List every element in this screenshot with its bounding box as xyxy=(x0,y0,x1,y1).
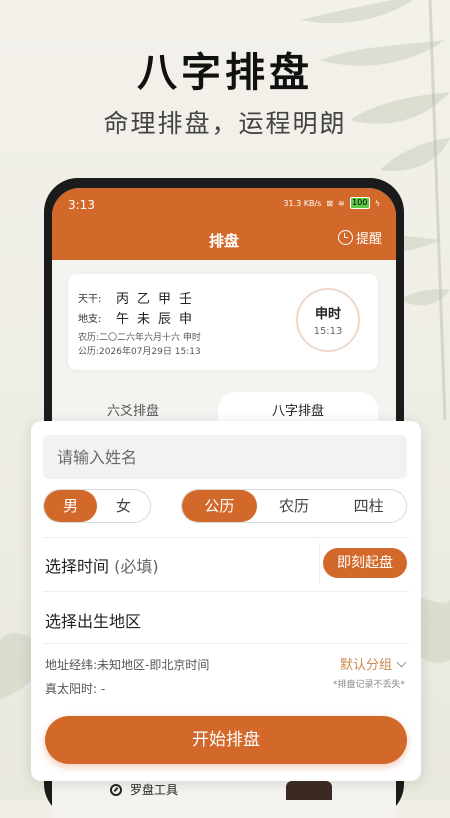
compass-tool[interactable]: 罗盘工具 xyxy=(110,781,178,798)
bazi-card[interactable]: 天干: 丙乙甲壬 地支: 午未辰申 农历: 二〇二六年六月十六 申时 公历: 2… xyxy=(68,274,378,370)
tool-thumbnail[interactable] xyxy=(286,781,332,800)
chevron-down-icon xyxy=(396,657,407,668)
divider xyxy=(43,591,409,592)
clock-icon xyxy=(337,230,353,245)
hero-title: 八字排盘 xyxy=(137,50,313,96)
battery-icon: 100 xyxy=(349,197,370,209)
lunar-label: 农历: xyxy=(78,333,100,343)
lunar-row: 农历: 二〇二六年六月十六 申时 xyxy=(78,330,201,343)
group-label: 默认分组 xyxy=(339,658,392,673)
hero-subtitle: 命理排盘，运程明朗 xyxy=(103,109,347,138)
solar-label: 公历: xyxy=(78,347,100,357)
address-text: 地址经纬:未知地区-即北京时间 xyxy=(45,658,210,672)
wifi-icon: ≋ xyxy=(338,198,345,208)
solar-value: 2026年07月29日 15:13 xyxy=(99,347,201,357)
tiangan-chars: 丙乙甲壬 xyxy=(116,292,201,307)
status-icons: 31.3 KB/s ⊠ ≋ 100 ϟ xyxy=(283,197,380,209)
start-chart-button[interactable]: 开始排盘 xyxy=(45,716,407,764)
remind-button[interactable]: 提醒 xyxy=(337,228,382,247)
region-field[interactable]: 选择出生地区 xyxy=(45,608,141,632)
lunar-value: 二〇二六年六月十六 申时 xyxy=(99,333,201,343)
time-required: (必填) xyxy=(114,557,159,576)
compass-tool-label: 罗盘工具 xyxy=(130,783,179,797)
tiangan-row: 天干: 丙乙甲壬 xyxy=(78,288,200,307)
solar-row: 公历: 2026年07月29日 15:13 xyxy=(78,344,201,357)
network-speed: 31.3 KB/s xyxy=(283,198,322,208)
group-select[interactable]: 默认分组 xyxy=(339,654,407,673)
time-label: 选择时间 xyxy=(45,557,110,576)
status-bar: 3:13 31.3 KB/s ⊠ ≋ 100 ϟ xyxy=(68,196,380,214)
compass-icon xyxy=(110,783,122,796)
shichen-time: 15:13 xyxy=(313,326,343,337)
vertical-divider xyxy=(319,543,320,583)
dizhi-label: 地支: xyxy=(78,314,102,325)
tiangan-label: 天干: xyxy=(78,294,102,305)
shichen-name: 申时 xyxy=(314,307,341,322)
calendar-solar[interactable]: 公历 xyxy=(182,490,257,522)
sim-icon: ⊠ xyxy=(326,198,334,208)
charging-icon: ϟ xyxy=(374,198,380,208)
time-field[interactable]: 选择时间 (必填) xyxy=(45,553,159,577)
calendar-lunar[interactable]: 农历 xyxy=(257,490,332,522)
dizhi-row: 地支: 午未辰申 xyxy=(78,308,200,327)
app-header: 3:13 31.3 KB/s ⊠ ≋ 100 ϟ 排盘 提醒 xyxy=(52,188,396,260)
calendar-toggle: 公历 农历 四柱 xyxy=(181,489,407,523)
gender-female[interactable]: 女 xyxy=(97,490,150,522)
dizhi-chars: 午未辰申 xyxy=(116,312,201,327)
name-input[interactable] xyxy=(43,435,407,479)
shichen-badge: 申时 15:13 xyxy=(296,288,360,352)
remind-label: 提醒 xyxy=(355,232,382,247)
gender-toggle: 男 女 xyxy=(43,489,151,523)
divider xyxy=(43,643,409,644)
gender-male[interactable]: 男 xyxy=(44,490,97,522)
true-solar-time: 真太阳时: - xyxy=(45,682,106,696)
divider xyxy=(43,537,409,538)
bazi-form: 男 女 公历 农历 四柱 选择时间 (必填) 即刻起盘 选择出生地区 地址经纬:… xyxy=(31,421,421,781)
calendar-pillars[interactable]: 四柱 xyxy=(331,490,406,522)
instant-chart-button[interactable]: 即刻起盘 xyxy=(323,548,407,578)
status-time: 3:13 xyxy=(68,198,95,212)
record-note: *排盘记录不丢失* xyxy=(332,680,405,690)
